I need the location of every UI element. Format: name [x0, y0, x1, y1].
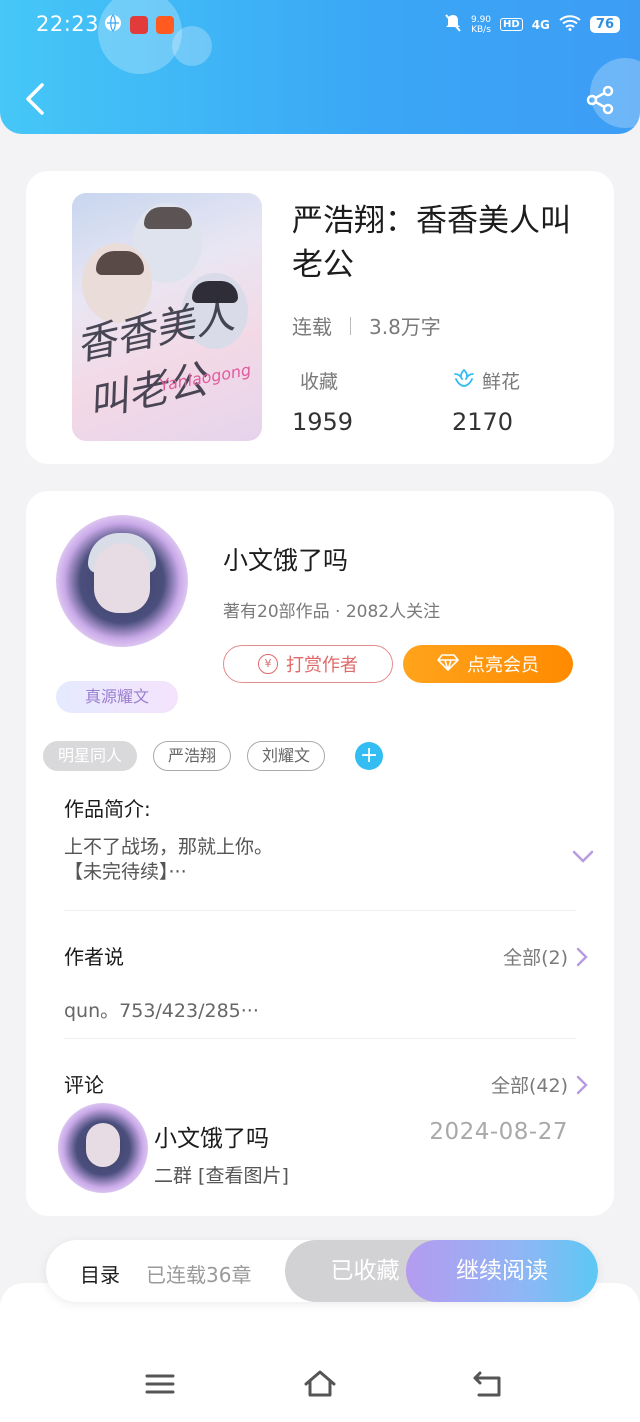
reading-action-bar: 目录 已连载36章 已收藏 继续阅读: [46, 1240, 598, 1302]
intro-text[interactable]: 上不了战场，那就上你。 【未完待续】···: [64, 835, 544, 885]
flower-count: 2170: [452, 408, 514, 436]
tag-list: 明星同人 严浩翔 刘耀文 +: [43, 741, 384, 771]
collect-count: 1959: [292, 408, 354, 436]
flower-label: 鲜花: [482, 371, 521, 393]
author-says-more-label: 全部(2): [503, 947, 568, 969]
tag-item[interactable]: 明星同人: [43, 741, 138, 771]
tag-item[interactable]: 刘耀文: [247, 741, 326, 771]
serial-status: 连载: [292, 315, 332, 339]
continue-reading-button[interactable]: 继续阅读: [406, 1240, 598, 1302]
globe-icon: [104, 14, 122, 36]
intro-line: 【未完待续】···: [64, 861, 187, 883]
app-notification-icon: [130, 16, 148, 34]
status-right-icons: 9.90 KB/s HD 4G 76: [444, 13, 620, 36]
back-arrow-icon[interactable]: [22, 82, 50, 116]
author-says-more[interactable]: 全部(2): [503, 943, 588, 970]
top-header: 22:23 9.90 KB/s HD 4G 76: [0, 0, 640, 134]
book-info-card: 香香美人叫老公 Yanlaogong 严浩翔：香香美人叫老公 连载 3.8万字 …: [26, 171, 614, 464]
add-tag-button[interactable]: +: [355, 742, 384, 770]
comments-more-label: 全部(42): [490, 1075, 568, 1097]
collect-label: 收藏: [300, 371, 339, 393]
chevron-right-icon: [576, 947, 588, 966]
diamond-icon: [437, 653, 459, 676]
tip-author-button[interactable]: ¥ 打赏作者: [223, 645, 393, 683]
word-count: 3.8万字: [369, 315, 441, 339]
flower-stat[interactable]: 鲜花 2170: [452, 367, 520, 436]
comments-more[interactable]: 全部(42): [491, 1071, 588, 1098]
book-title: 严浩翔：香香美人叫老公: [292, 203, 571, 283]
toc-button[interactable]: 目录: [80, 1259, 120, 1288]
wifi-icon: [559, 15, 581, 34]
yen-icon: ¥: [258, 654, 278, 674]
status-app-icons: [104, 14, 174, 36]
collect-stat: 收藏 1959: [292, 367, 353, 436]
divider: [64, 1038, 576, 1039]
tag-item[interactable]: 严浩翔: [153, 741, 232, 771]
battery-indicator: 76: [589, 16, 620, 33]
tip-author-label: 打赏作者: [286, 655, 358, 676]
share-icon[interactable]: [584, 84, 616, 116]
menu-nav-icon[interactable]: [142, 1367, 178, 1401]
chevron-right-icon: [576, 1075, 588, 1094]
intro-title: 作品简介:: [64, 797, 151, 821]
intro-line: 上不了战场，那就上你。: [64, 836, 274, 858]
status-bar: 22:23 9.90 KB/s HD 4G 76: [0, 0, 640, 52]
commenter-name[interactable]: 小文饿了吗: [154, 1119, 269, 1153]
author-detail-card: 真源耀文 小文饿了吗 著有20部作品 · 2082人关注 ¥ 打赏作者 点亮会员…: [26, 491, 614, 1216]
author-says-title: 作者说: [64, 945, 124, 969]
book-meta: 连载 3.8万字: [292, 311, 441, 340]
chapter-count: 已连载36章: [146, 1263, 252, 1287]
network-type: 4G: [531, 17, 550, 32]
status-time: 22:23: [36, 12, 100, 36]
back-nav-icon[interactable]: [470, 1367, 506, 1401]
author-avatar[interactable]: [56, 515, 188, 647]
author-badge: 真源耀文: [56, 681, 178, 713]
comment-date: 2024-08-27: [429, 1119, 568, 1145]
comment-text[interactable]: 二群 [查看图片]: [154, 1161, 289, 1188]
author-stats: 著有20部作品 · 2082人关注: [223, 602, 441, 622]
net-speed: 9.90 KB/s: [470, 14, 492, 35]
app-notification-icon: [156, 16, 174, 34]
vip-button[interactable]: 点亮会员: [403, 645, 573, 683]
hd-icon: HD: [500, 18, 523, 31]
flower-icon: [452, 367, 476, 394]
comments-title: 评论: [64, 1073, 104, 1097]
bottom-panel: [0, 1283, 640, 1422]
home-nav-icon[interactable]: [302, 1367, 338, 1401]
expand-chevron-icon[interactable]: [572, 849, 594, 863]
book-cover-image[interactable]: 香香美人叫老公 Yanlaogong: [72, 193, 262, 441]
author-name[interactable]: 小文饿了吗: [223, 541, 348, 577]
meta-divider: [350, 316, 351, 335]
author-says-text: qun。753/423/285···: [64, 1000, 259, 1022]
mute-bell-icon: [444, 13, 462, 36]
divider: [64, 910, 576, 911]
commenter-avatar[interactable]: [58, 1103, 148, 1193]
vip-label: 点亮会员: [467, 655, 539, 676]
